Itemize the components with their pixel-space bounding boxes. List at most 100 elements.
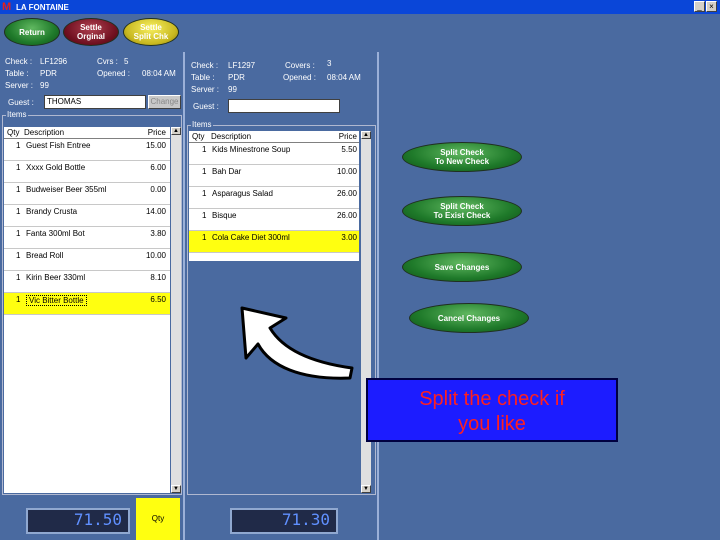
cancel-changes-button[interactable]: Cancel Changes: [409, 303, 529, 333]
right-scroll-down-icon[interactable]: ▼: [361, 485, 371, 493]
left-item-row[interactable]: 1 Kirin Beer 330ml 8.10: [4, 271, 170, 293]
right-item-qty: 1: [202, 145, 207, 154]
right-total-display: 71.30: [230, 508, 338, 534]
left-item-row[interactable]: 1 Budweiser Beer 355ml 0.00: [4, 183, 170, 205]
save-changes-label: Save Changes: [434, 262, 490, 272]
split-existing-line2: To Exist Check: [433, 211, 491, 220]
divider-right: [377, 52, 379, 540]
left-covers-label: Cvrs :: [97, 57, 118, 66]
settle-original-button[interactable]: Settle Orginal: [63, 18, 119, 46]
right-header-qty: Qty: [192, 132, 205, 141]
right-scroll-up-icon[interactable]: ▲: [361, 131, 371, 139]
left-scroll-up-icon[interactable]: ▲: [171, 127, 181, 135]
right-table-label: Table :: [191, 73, 215, 82]
left-item-qty: 1: [16, 163, 21, 172]
left-item-qty: 1: [16, 295, 21, 304]
curved-arrow-icon: [240, 306, 354, 380]
left-scroll-down-icon[interactable]: ▼: [171, 485, 181, 493]
settle-split-button[interactable]: Settle Split Chk: [123, 18, 179, 46]
left-scrollbar[interactable]: ▲ ▼: [171, 127, 181, 493]
left-item-description: Xxxx Gold Bottle: [26, 163, 86, 172]
right-item-qty: 1: [202, 233, 207, 242]
split-to-exist-check-button[interactable]: Split Check To Exist Check: [402, 196, 522, 226]
settle-split-line2: Split Chk: [133, 32, 169, 41]
save-changes-button[interactable]: Save Changes: [402, 252, 522, 282]
right-guest-input[interactable]: [228, 99, 340, 113]
left-item-row[interactable]: 1 Guest Fish Entree 15.00: [4, 139, 170, 161]
right-item-price: 5.50: [341, 145, 357, 154]
left-check-label: Check :: [5, 57, 33, 66]
right-covers-label: Covers :: [285, 61, 315, 70]
left-item-qty: 1: [16, 207, 21, 216]
left-table-value: PDR: [40, 69, 57, 78]
left-item-price: 0.00: [150, 185, 166, 194]
left-item-row[interactable]: 1 Vic Bitter Bottle 6.50: [4, 293, 170, 315]
settle-original-line2: Orginal: [76, 32, 105, 41]
left-guest-input[interactable]: THOMAS: [44, 95, 146, 109]
split-to-new-check-button[interactable]: Split Check To New Check: [402, 142, 522, 172]
left-item-qty: 1: [16, 229, 21, 238]
right-opened-label: Opened :: [283, 73, 316, 82]
right-header-price: Price: [338, 132, 357, 141]
right-item-description: Bisque: [212, 211, 237, 220]
right-item-row[interactable]: 1 Cola Cake Diet 300ml 3.00: [189, 231, 359, 253]
left-item-description: Guest Fish Entree: [26, 141, 91, 150]
split-new-line1: Split Check: [440, 148, 484, 157]
left-header-price: Price: [147, 128, 166, 137]
left-item-price: 6.50: [150, 295, 166, 304]
right-item-row[interactable]: 1 Bisque 26.00: [189, 209, 359, 231]
window-title: LA FONTAINE: [16, 2, 69, 12]
left-item-row[interactable]: 1 Fanta 300ml Bot 3.80: [4, 227, 170, 249]
settle-original-line1: Settle: [80, 23, 102, 32]
window-controls: _ ×: [694, 1, 717, 12]
right-server-label: Server :: [191, 85, 220, 94]
change-guest-button[interactable]: Change: [148, 95, 181, 109]
title-bar: M LA FONTAINE _ ×: [0, 0, 720, 14]
right-guest-label: Guest :: [193, 102, 219, 111]
right-header-description: Description: [211, 132, 252, 141]
left-item-row[interactable]: 1 Bread Roll 10.00: [4, 249, 170, 271]
left-item-row[interactable]: 1 Xxxx Gold Bottle 6.00: [4, 161, 170, 183]
right-item-row[interactable]: 1 Bah Dar 10.00: [189, 165, 359, 187]
right-item-description: Asparagus Salad: [212, 189, 273, 198]
right-item-description: Kids Minestrone Soup: [212, 145, 291, 154]
left-item-description: Kirin Beer 330ml: [26, 273, 86, 282]
return-label: Return: [19, 27, 45, 37]
left-item-qty: 1: [16, 273, 21, 282]
left-items-label: Items: [6, 110, 28, 119]
return-button[interactable]: Return: [4, 18, 60, 46]
left-item-description: Fanta 300ml Bot: [26, 229, 85, 238]
right-item-price: 26.00: [336, 189, 357, 198]
left-item-price: 14.00: [145, 207, 166, 216]
left-items-list: Qty Description Price 1 Guest Fish Entree…: [4, 127, 170, 493]
left-server-label: Server :: [5, 81, 34, 90]
left-server-value: 99: [40, 81, 49, 90]
left-item-description: Bread Roll: [26, 251, 64, 260]
left-item-price: 6.00: [150, 163, 166, 172]
right-opened-value: 08:04 AM: [327, 73, 361, 82]
right-items-list: Qty Description Price 1 Kids Minestrone S…: [189, 131, 359, 261]
left-item-description: Brandy Crusta: [26, 207, 78, 216]
cancel-changes-label: Cancel Changes: [437, 313, 501, 323]
qty-button[interactable]: Qty: [136, 498, 180, 540]
right-item-price: 10.00: [336, 167, 357, 176]
right-item-qty: 1: [202, 167, 207, 176]
left-item-row[interactable]: 1 Brandy Crusta 14.00: [4, 205, 170, 227]
right-item-row[interactable]: 1 Kids Minestrone Soup 5.50: [189, 143, 359, 165]
left-header-description: Description: [24, 128, 65, 137]
minimize-button[interactable]: _: [694, 1, 705, 12]
right-item-price: 3.00: [341, 233, 357, 242]
right-item-qty: 1: [202, 189, 207, 198]
settle-split-line1: Settle: [140, 23, 162, 32]
right-check-value: LF1297: [228, 61, 256, 70]
right-check-label: Check :: [191, 61, 219, 70]
left-header-qty: Qty: [7, 128, 20, 137]
right-list-header: Qty Description Price: [189, 131, 359, 143]
right-items-label: Items: [191, 120, 213, 129]
left-total-display: 71.50: [26, 508, 130, 534]
close-button[interactable]: ×: [706, 1, 717, 12]
app-logo: M: [2, 1, 12, 13]
right-item-row[interactable]: 1 Asparagus Salad 26.00: [189, 187, 359, 209]
left-check-value: LF1296: [40, 57, 68, 66]
right-item-description: Bah Dar: [212, 167, 242, 176]
